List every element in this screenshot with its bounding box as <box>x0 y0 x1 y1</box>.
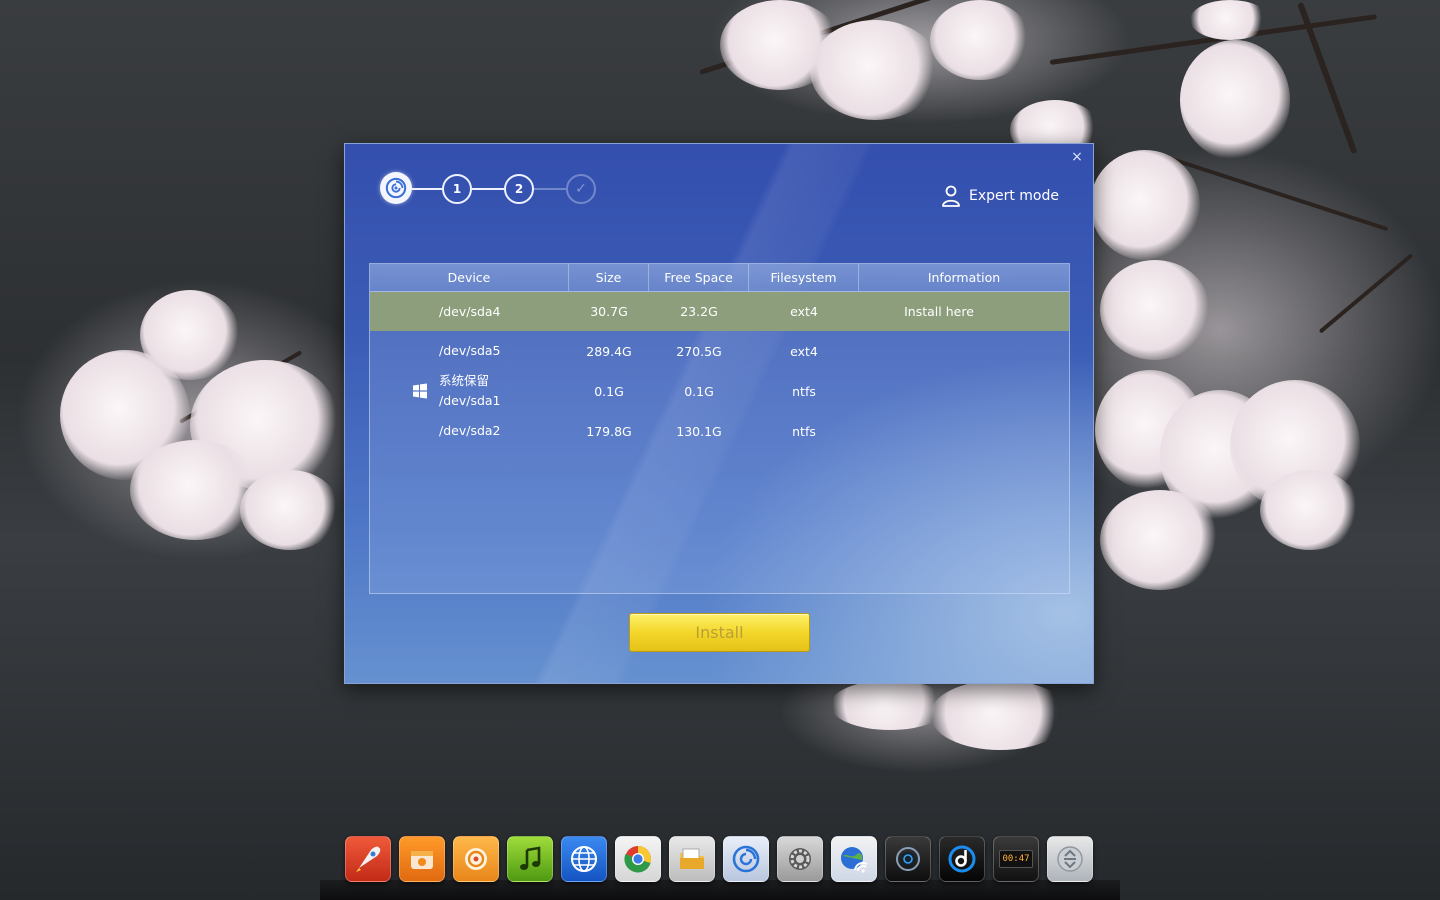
table-row[interactable]: /dev/sda5 289.4G 270.5G ext4 <box>370 331 1069 371</box>
device-cell: /dev/sda4 <box>370 302 569 322</box>
header-free-space[interactable]: Free Space <box>649 264 749 291</box>
partition-table: Device Size Free Space Filesystem Inform… <box>369 263 1070 594</box>
store-icon[interactable] <box>399 836 445 882</box>
header-size[interactable]: Size <box>569 264 649 291</box>
size-cell: 30.7G <box>590 304 628 319</box>
chrome-icon[interactable] <box>615 836 661 882</box>
free-space-cell: 270.5G <box>676 343 722 359</box>
close-button[interactable]: × <box>1070 150 1084 164</box>
system-settings-icon[interactable] <box>777 836 823 882</box>
information-cell: Install here <box>904 304 974 319</box>
filesystem-cell: ext4 <box>790 304 818 319</box>
header-information[interactable]: Information <box>859 264 1069 291</box>
music-player-icon[interactable] <box>507 836 553 882</box>
filesystem-cell: ntfs <box>792 423 816 439</box>
step-1: 1 <box>442 174 472 204</box>
install-button[interactable]: Install <box>629 613 810 652</box>
device-cell: /dev/sda2 <box>370 421 569 441</box>
dock: 00:47 <box>345 836 1093 882</box>
step-connector <box>534 188 566 190</box>
clock-icon[interactable]: 00:47 <box>993 836 1039 882</box>
deepin-installer-icon[interactable] <box>723 836 769 882</box>
game-center-icon[interactable] <box>453 836 499 882</box>
dock-shelf <box>320 880 1120 900</box>
filesystem-cell: ext4 <box>790 343 818 359</box>
user-icon <box>942 185 960 207</box>
header-device[interactable]: Device <box>370 264 569 291</box>
device-name: /dev/sda1 <box>439 393 501 408</box>
free-space-cell: 130.1G <box>676 423 722 439</box>
table-row[interactable]: /dev/sda4 30.7G 23.2G ext4 Install here <box>370 292 1069 331</box>
size-cell: 289.4G <box>586 343 632 359</box>
expert-mode-label: Expert mode <box>968 188 1059 204</box>
step-connector <box>412 188 442 190</box>
free-space-cell: 0.1G <box>684 383 714 399</box>
network-icon[interactable] <box>831 836 877 882</box>
table-row[interactable]: 系统保留 /dev/sda1 0.1G 0.1G ntfs <box>370 371 1069 411</box>
camera-icon[interactable] <box>885 836 931 882</box>
clock-time: 00:47 <box>999 850 1033 868</box>
step-2: 2 <box>504 174 534 204</box>
windows-icon <box>413 383 427 399</box>
size-cell: 0.1G <box>594 383 624 399</box>
filesystem-cell: ntfs <box>792 383 816 399</box>
step-progress: 1 2 ✓ <box>380 172 610 206</box>
header-filesystem[interactable]: Filesystem <box>749 264 859 291</box>
browser-globe-icon[interactable] <box>561 836 607 882</box>
installer-window: × 1 2 ✓ Expert mode Device Size Free Spa… <box>344 143 1094 684</box>
device-cell: /dev/sda5 <box>370 341 569 361</box>
size-cell: 179.8G <box>586 423 632 439</box>
partition-label: 系统保留 <box>439 373 490 388</box>
device-name: /dev/sda2 <box>439 423 501 438</box>
free-space-cell: 23.2G <box>680 304 718 319</box>
file-manager-icon[interactable] <box>669 836 715 882</box>
step-finish-check-icon: ✓ <box>566 174 596 204</box>
device-cell: 系统保留 /dev/sda1 <box>370 371 569 411</box>
step-connector <box>472 188 504 190</box>
device-name: /dev/sda5 <box>439 343 501 358</box>
deepin-logo-icon <box>380 172 412 204</box>
device-name: /dev/sda4 <box>439 303 501 319</box>
expert-mode-button[interactable]: Expert mode <box>941 185 1059 207</box>
media-player-icon[interactable] <box>939 836 985 882</box>
table-row[interactable]: /dev/sda2 179.8G 130.1G ntfs <box>370 411 1069 451</box>
launcher-icon[interactable] <box>345 836 391 882</box>
trash-icon[interactable] <box>1047 836 1093 882</box>
table-header: Device Size Free Space Filesystem Inform… <box>370 264 1069 292</box>
